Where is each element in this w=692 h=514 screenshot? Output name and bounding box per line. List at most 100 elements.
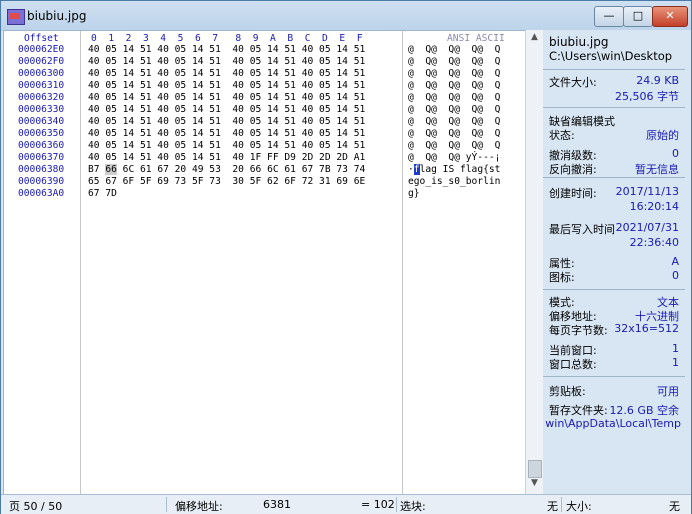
info-panel: biubiu.jpg C:\Users\win\Desktop 文件大小: 24… <box>543 30 691 494</box>
temp-folder-free: 12.6 GB 空余 <box>609 404 679 417</box>
minimize-button[interactable]: — <box>594 6 624 27</box>
status-select-label: 选块: <box>400 500 426 513</box>
row-offset: 00006390 <box>18 176 65 187</box>
created-time: 16:20:14 <box>629 200 679 213</box>
row-bytes[interactable]: 65 67 6F 5F 69 73 5F 73 30 5F 62 6F 72 3… <box>88 176 365 187</box>
row-offset: 00006370 <box>18 152 65 163</box>
row-offset: 00006360 <box>18 140 65 151</box>
edit-section: 缺省编辑模式 状态: 原始的 撤消级数: 0 反向撤消: 暂无信息 <box>543 107 685 178</box>
bytes-per-page-value: 32x16=512 <box>614 322 679 335</box>
byte-before-cursor[interactable]: B7 <box>88 164 105 175</box>
row-bytes[interactable]: 40 05 14 51 40 05 14 51 40 05 14 51 40 0… <box>88 80 365 91</box>
modified-time: 22:36:40 <box>629 236 679 249</box>
row-offset: 00006330 <box>18 104 65 115</box>
row-bytes[interactable]: 40 05 14 51 40 05 14 51 40 05 14 51 40 0… <box>88 116 365 127</box>
file-section: biubiu.jpg C:\Users\win\Desktop <box>543 30 685 70</box>
vertical-scrollbar[interactable]: ▲ ▼ <box>525 30 543 494</box>
row-ascii[interactable]: g} <box>408 188 420 199</box>
icon-value: 0 <box>672 269 679 282</box>
file-name: biubiu.jpg <box>549 35 609 49</box>
bytes-after-cursor[interactable]: 6C 61 67 20 49 53 20 66 6C 61 67 7B 73 7… <box>117 164 366 175</box>
window-count-value: 1 <box>672 356 679 369</box>
byte-cursor[interactable]: 66 <box>105 164 117 175</box>
close-button[interactable]: ✕ <box>652 6 688 27</box>
window-count-label: 窗口总数: <box>549 358 597 371</box>
status-select-value: 无 <box>547 500 558 513</box>
hex-editor-icon <box>7 9 25 25</box>
row-ascii[interactable]: @ Q@ Q@ Q@ Q <box>408 140 500 151</box>
row-bytes[interactable]: 40 05 14 51 40 05 14 51 40 05 14 51 40 0… <box>88 56 365 67</box>
row-bytes[interactable]: 40 05 14 51 40 05 14 51 40 05 14 51 40 0… <box>88 140 365 151</box>
size-label: 文件大小: <box>549 76 597 89</box>
icon-label: 图标: <box>549 271 575 284</box>
bytes-per-page-label: 每页字节数: <box>549 324 608 337</box>
scroll-up-icon[interactable]: ▲ <box>526 32 543 46</box>
column-header: 0 1 2 3 4 5 6 7 8 9 A B C D E F <box>91 33 363 44</box>
ascii-header: ANSI ASCII <box>447 33 505 44</box>
created-date: 2017/11/13 <box>615 185 679 198</box>
ascii-after-cursor[interactable]: lag IS flag{st <box>420 164 501 175</box>
state-value: 原始的 <box>646 129 679 142</box>
row-ascii[interactable]: @ Q@ Q@ Q@ Q <box>408 68 500 79</box>
row-ascii[interactable]: @ Q@ Q@ Q@ Q <box>408 56 500 67</box>
row-ascii[interactable]: @ Q@ Q@ Q@ Q <box>408 128 500 139</box>
offset-header: Offset <box>24 33 59 44</box>
row-offset: 000062F0 <box>18 56 65 67</box>
row-offset: 000062E0 <box>18 44 65 55</box>
row-ascii[interactable]: @ Q@ Q@ Q@ Q <box>408 80 500 91</box>
row-ascii[interactable]: @ Q@ Q@ Q@ Q <box>408 92 500 103</box>
row-ascii[interactable]: @ Q@ Q@ Q@ Q <box>408 116 500 127</box>
hex-view[interactable]: Offset 0 1 2 3 4 5 6 7 8 9 A B C D E F A… <box>3 30 527 496</box>
row-offset: 00006300 <box>18 68 65 79</box>
title-bar[interactable]: biubiu.jpg — □ ✕ <box>1 1 691 31</box>
row-bytes[interactable]: B7 66 6C 61 67 20 49 53 20 66 6C 61 67 7… <box>88 164 365 175</box>
clipboard-value: 可用 <box>657 385 679 398</box>
row-bytes[interactable]: 67 7D <box>88 188 117 199</box>
temp-folder-label: 暂存文件夹: <box>549 404 608 417</box>
maximize-button[interactable]: □ <box>623 6 653 27</box>
row-bytes[interactable]: 40 05 14 51 40 05 14 51 40 05 14 51 40 0… <box>88 104 365 115</box>
row-offset: 00006320 <box>18 92 65 103</box>
row-bytes[interactable]: 40 05 14 51 40 05 14 51 40 05 14 51 40 0… <box>88 128 365 139</box>
row-bytes[interactable]: 40 05 14 51 40 05 14 51 40 05 14 51 40 0… <box>88 68 365 79</box>
size-kb: 24.9 KB <box>636 74 679 87</box>
scroll-down-icon[interactable]: ▼ <box>526 478 543 492</box>
ascii-before-cursor[interactable]: · <box>408 164 414 175</box>
status-offset-value: 6381 <box>263 498 291 511</box>
view-section: 模式: 文本 偏移地址: 十六进制 每页字节数: 32x16=512 当前窗口:… <box>543 289 685 377</box>
row-offset: 00006380 <box>18 164 65 175</box>
scroll-thumb[interactable] <box>528 460 542 478</box>
file-path: C:\Users\win\Desktop <box>549 49 673 63</box>
date-section: 创建时间: 2017/11/13 16:20:14 最后写入时间 2021/07… <box>543 177 685 290</box>
attr-value: A <box>671 255 679 268</box>
row-ascii[interactable]: ·flag IS flag{st <box>408 164 500 175</box>
row-offset: 00006340 <box>18 116 65 127</box>
row-ascii[interactable]: @ Q@ Q@ yÝ---¡ <box>408 152 500 163</box>
clipboard-label: 剪贴板: <box>549 385 586 398</box>
app-window: biubiu.jpg — □ ✕ Offset 0 1 2 3 4 5 6 7 … <box>0 0 692 514</box>
row-ascii[interactable]: @ Q@ Q@ Q@ Q <box>408 44 500 55</box>
modified-date: 2021/07/31 <box>615 221 679 234</box>
size-bytes: 25,506 字节 <box>615 90 679 103</box>
status-page: 页 50 / 50 <box>9 500 63 513</box>
row-ascii[interactable]: @ Q@ Q@ Q@ Q <box>408 104 500 115</box>
temp-folder-path: win\AppData\Local\Temp <box>545 417 681 430</box>
row-offset: 00006310 <box>18 80 65 91</box>
redo-label: 反向撤消: <box>549 163 597 176</box>
window-title: biubiu.jpg <box>27 9 87 23</box>
status-divider <box>166 497 167 512</box>
row-bytes[interactable]: 40 05 14 51 40 05 14 51 40 05 14 51 40 0… <box>88 92 365 103</box>
status-size-value: 无 <box>669 500 680 513</box>
status-divider <box>561 497 562 512</box>
undo-value: 0 <box>672 147 679 160</box>
clipboard-section: 剪贴板: 可用 暂存文件夹: 12.6 GB 空余 win\AppData\Lo… <box>543 376 685 436</box>
row-offset: 00006350 <box>18 128 65 139</box>
created-label: 创建时间: <box>549 187 597 200</box>
row-bytes[interactable]: 40 05 14 51 40 05 14 51 40 05 14 51 40 0… <box>88 44 365 55</box>
size-section: 文件大小: 24.9 KB 25,506 字节 <box>543 69 685 108</box>
row-ascii[interactable]: ego_is_s0_borlin <box>408 176 500 187</box>
redo-value: 暂无信息 <box>635 163 679 176</box>
row-bytes[interactable]: 40 05 14 51 40 05 14 51 40 1F FF D9 2D 2… <box>88 152 365 163</box>
modified-label: 最后写入时间 <box>549 223 615 236</box>
state-label: 状态: <box>549 129 575 142</box>
